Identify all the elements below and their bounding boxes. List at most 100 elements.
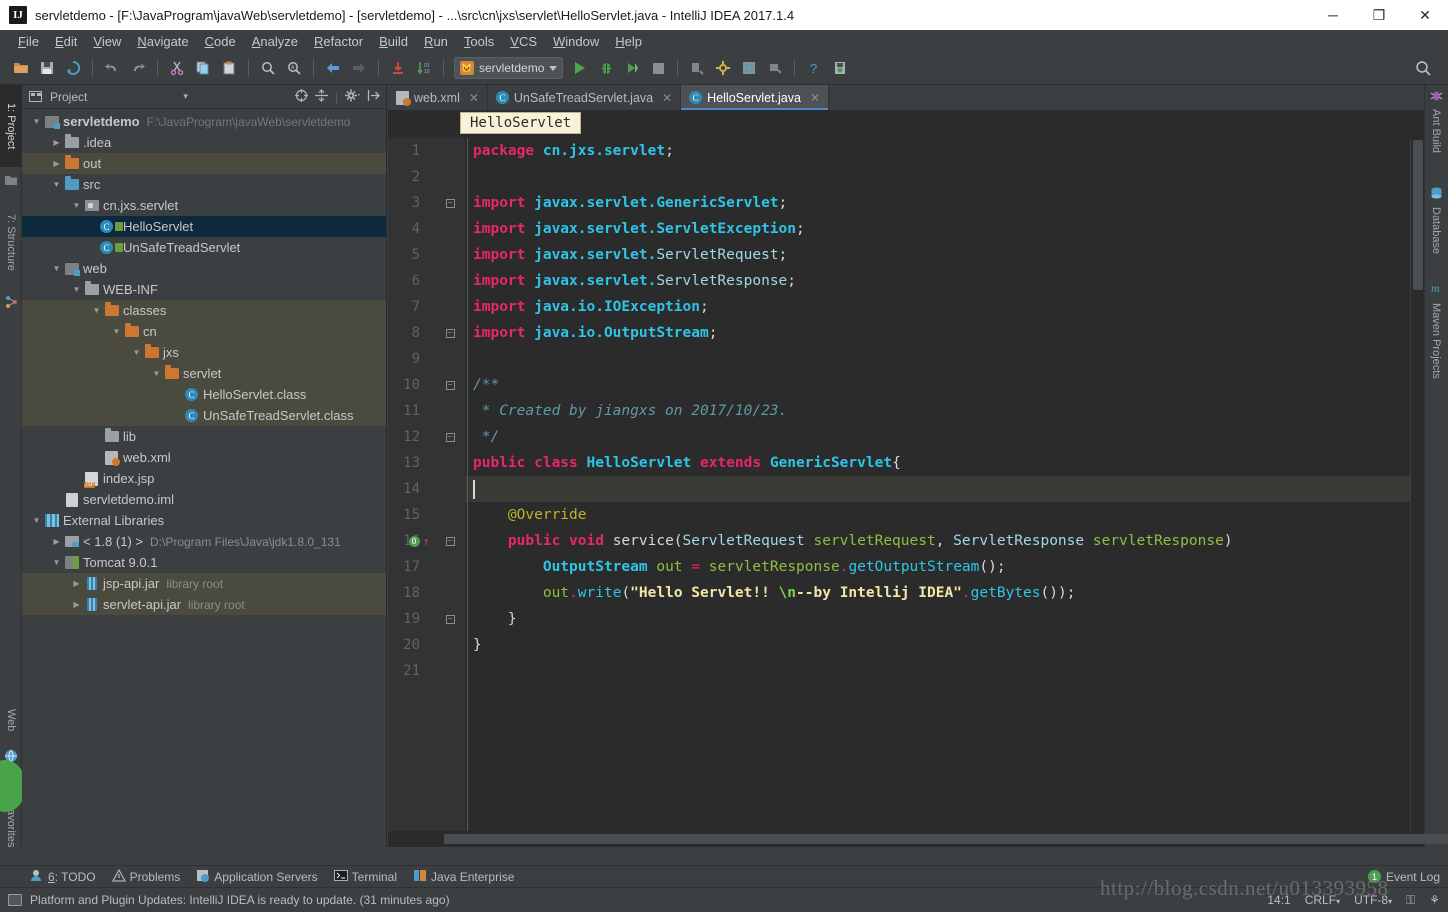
chevron-down-icon[interactable] <box>50 180 63 189</box>
chevron-down-icon[interactable] <box>50 558 63 567</box>
replace-icon[interactable]: A <box>281 56 307 80</box>
fold-region-end-icon[interactable]: − <box>442 429 458 445</box>
menu-item-build[interactable]: Build <box>371 32 416 51</box>
stop-icon[interactable] <box>645 56 671 80</box>
bottom-tab-problems[interactable]: Problems <box>111 868 180 885</box>
menu-item-code[interactable]: Code <box>197 32 244 51</box>
line-number-18[interactable]: 18 <box>388 580 465 606</box>
close-button[interactable]: ✕ <box>1402 0 1448 30</box>
code-line-20[interactable]: } <box>465 632 1410 658</box>
line-number-16[interactable]: O↑−16 <box>388 528 465 554</box>
tree-node-external-libraries[interactable]: External Libraries <box>22 510 386 531</box>
search-everywhere-icon[interactable] <box>1410 56 1436 80</box>
copy-icon[interactable] <box>190 56 216 80</box>
breadcrumb[interactable]: HelloServlet <box>460 112 582 134</box>
caret-position[interactable]: 14:1 <box>1267 893 1290 907</box>
sidebar-item-ant-build[interactable]: Ant Build <box>1424 105 1448 173</box>
forward-icon[interactable] <box>346 56 372 80</box>
editor-tab-unsafetreadservlet-java[interactable]: C UnSafeTreadServlet.java ✕ <box>487 85 682 110</box>
redo-icon[interactable] <box>125 56 151 80</box>
code-line-4[interactable]: import javax.servlet.ServletException; <box>465 216 1410 242</box>
tree-node-servlet-api-jar[interactable]: servlet-api.jar library root <box>22 594 386 615</box>
inspection-icon[interactable]: ⚘ <box>1429 893 1440 907</box>
line-number-2[interactable]: 2 <box>388 164 465 190</box>
collapse-all-icon[interactable] <box>314 88 328 105</box>
code-line-10[interactable]: /** <box>465 372 1410 398</box>
code-text-area[interactable]: package cn.jxs.servlet; import javax.ser… <box>465 138 1410 831</box>
line-number-3[interactable]: −3 <box>388 190 465 216</box>
line-number-15[interactable]: 15 <box>388 502 465 528</box>
line-number-17[interactable]: 17 <box>388 554 465 580</box>
close-tab-icon[interactable]: ✕ <box>662 91 672 105</box>
bottom-tab-application-servers[interactable]: Application Servers <box>196 869 318 885</box>
scroll-from-source-icon[interactable] <box>294 88 308 105</box>
find-icon[interactable] <box>255 56 281 80</box>
editor-tab-helloservlet-java[interactable]: C HelloServlet.java ✕ <box>681 85 830 110</box>
line-number-11[interactable]: 11 <box>388 398 465 424</box>
tree-node-helloservlet[interactable]: C HelloServlet <box>22 216 386 237</box>
fold-region-end-icon[interactable]: − <box>442 611 458 627</box>
sidebar-item-web[interactable]: Web <box>0 695 22 745</box>
line-number-7[interactable]: 7 <box>388 294 465 320</box>
gear-icon[interactable] <box>345 89 360 105</box>
code-line-6[interactable]: import javax.servlet.ServletResponse; <box>465 268 1410 294</box>
tree-node-jsp-api-jar[interactable]: jsp-api.jar library root <box>22 573 386 594</box>
editor-tab-web-xml[interactable]: web.xml ✕ <box>388 85 488 110</box>
back-icon[interactable] <box>320 56 346 80</box>
chevron-down-icon[interactable] <box>110 327 123 336</box>
tree-node-1-8-1[interactable]: < 1.8 (1) > D:\Program Files\Java\jdk1.8.… <box>22 531 386 552</box>
chevron-down-icon[interactable] <box>70 285 83 294</box>
bottom-tab-java-enterprise[interactable]: Java Enterprise <box>413 869 514 885</box>
tree-node-src[interactable]: src <box>22 174 386 195</box>
menu-item-edit[interactable]: Edit <box>47 32 85 51</box>
tree-node-index-jsp[interactable]: index.jsp <box>22 468 386 489</box>
chevron-right-icon[interactable] <box>70 579 83 588</box>
sort-icon[interactable]: 01 10 <box>411 56 437 80</box>
lock-icon[interactable]: ⚿ <box>1406 893 1415 908</box>
tree-node-servletdemo-iml[interactable]: servletdemo.iml <box>22 489 386 510</box>
sidebar-item-project[interactable]: 1: Project <box>0 85 22 167</box>
code-line-19[interactable]: } <box>465 606 1410 632</box>
fold-region-start-icon[interactable]: − <box>442 377 458 393</box>
tree-node-helloservlet-class[interactable]: C HelloServlet.class <box>22 384 386 405</box>
tree-node-classes[interactable]: classes <box>22 300 386 321</box>
tree-node-out[interactable]: out <box>22 153 386 174</box>
run-configuration-selector[interactable]: 🐱 servletdemo <box>454 57 564 79</box>
chevron-right-icon[interactable] <box>50 159 63 168</box>
tree-node-cn-jxs-servlet[interactable]: cn.jxs.servlet <box>22 195 386 216</box>
tree-node-web-inf[interactable]: WEB-INF <box>22 279 386 300</box>
tree-node-web-xml[interactable]: web.xml <box>22 447 386 468</box>
event-log-button[interactable]: 1 Event Log <box>1367 870 1440 884</box>
fold-region-start-icon[interactable]: − <box>442 195 458 211</box>
sync-icon[interactable] <box>60 56 86 80</box>
chevron-right-icon[interactable] <box>50 537 63 546</box>
minimize-button[interactable]: ─ <box>1310 0 1356 30</box>
chevron-right-icon[interactable] <box>50 138 63 147</box>
line-number-9[interactable]: 9 <box>388 346 465 372</box>
code-line-18[interactable]: out.write("Hello Servlet!! \n--by Intell… <box>465 580 1410 606</box>
chevron-down-icon[interactable] <box>70 201 83 210</box>
tree-node-tomcat-9-0-1[interactable]: Tomcat 9.0.1 <box>22 552 386 573</box>
tree-node-servletdemo[interactable]: servletdemo F:\JavaProgram\javaWeb\servle… <box>22 111 386 132</box>
sidebar-item-maven-projects[interactable]: Maven Projects <box>1424 299 1448 405</box>
code-line-1[interactable]: package cn.jxs.servlet; <box>465 138 1410 164</box>
code-line-12[interactable]: */ <box>465 424 1410 450</box>
scrollbar-thumb[interactable] <box>444 834 1448 844</box>
menu-item-window[interactable]: Window <box>545 32 607 51</box>
menu-item-analyze[interactable]: Analyze <box>244 32 306 51</box>
code-line-14[interactable] <box>465 476 1410 502</box>
close-tab-icon[interactable]: ✕ <box>469 91 479 105</box>
hide-panel-icon[interactable] <box>367 89 380 105</box>
menu-item-help[interactable]: Help <box>607 32 650 51</box>
menu-item-run[interactable]: Run <box>416 32 456 51</box>
settings-icon[interactable] <box>710 56 736 80</box>
run-coverage-icon[interactable] <box>619 56 645 80</box>
debug-icon[interactable] <box>593 56 619 80</box>
code-line-16[interactable]: public void service(ServletRequest servl… <box>465 528 1410 554</box>
menu-item-vcs[interactable]: VCS <box>502 32 545 51</box>
tree-node-unsafetreadservlet-class[interactable]: C UnSafeTreadServlet.class <box>22 405 386 426</box>
chevron-right-icon[interactable] <box>70 600 83 609</box>
line-number-20[interactable]: 20 <box>388 632 465 658</box>
chevron-down-icon[interactable] <box>30 516 43 525</box>
code-line-7[interactable]: import java.io.IOException; <box>465 294 1410 320</box>
